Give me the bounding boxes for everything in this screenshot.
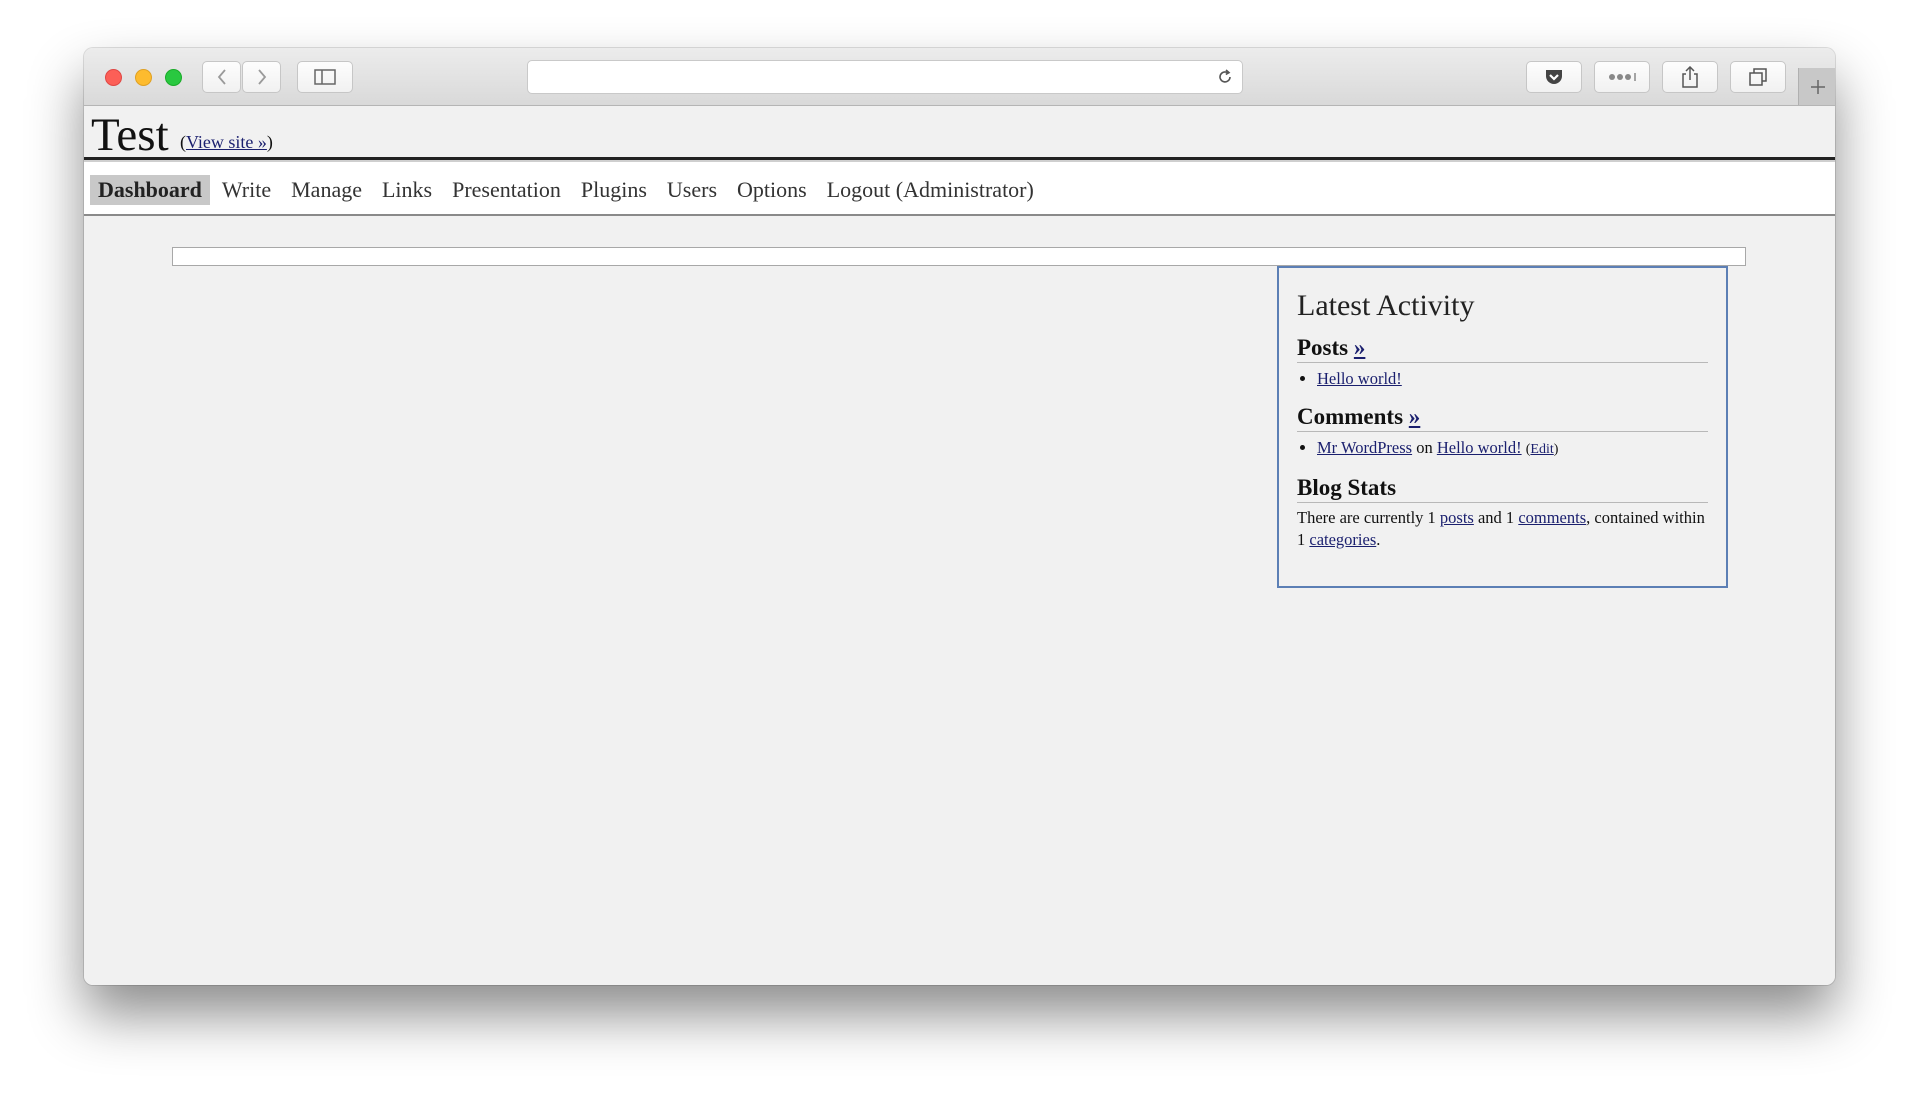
list-item: Hello world! xyxy=(1317,367,1708,391)
sidebar-button[interactable] xyxy=(297,61,353,93)
admin-menu-items: Dashboard Write Manage Links Presentatio… xyxy=(90,175,1046,205)
address-bar[interactable] xyxy=(527,60,1243,94)
menu-item-manage[interactable]: Manage xyxy=(283,175,370,205)
blog-stats-section: Blog Stats There are currently 1 posts a… xyxy=(1297,474,1708,551)
comment-edit-link[interactable]: Edit xyxy=(1530,442,1553,457)
view-site: (View site ») xyxy=(180,132,273,152)
forward-button[interactable] xyxy=(242,61,281,93)
stats-comments-link[interactable]: comments xyxy=(1518,508,1586,527)
posts-section: Posts » Hello world! xyxy=(1297,334,1708,391)
back-button[interactable] xyxy=(202,61,241,93)
back-icon xyxy=(217,69,226,85)
menu-item-dashboard[interactable]: Dashboard xyxy=(90,175,210,205)
menu-item-write[interactable]: Write xyxy=(214,175,279,205)
tabs-overview-button[interactable] xyxy=(1730,61,1786,93)
comments-more-link[interactable]: » xyxy=(1409,404,1421,429)
pocket-button[interactable] xyxy=(1526,61,1582,93)
latest-activity-title: Latest Activity xyxy=(1297,289,1475,322)
menu-item-plugins[interactable]: Plugins xyxy=(573,175,655,205)
sidebar-icon xyxy=(314,69,336,85)
comments-heading: Comments » xyxy=(1297,403,1708,432)
posts-list: Hello world! xyxy=(1297,367,1708,391)
posts-more-link[interactable]: » xyxy=(1354,335,1366,360)
blog-stats-text: There are currently 1 posts and 1 commen… xyxy=(1297,508,1705,549)
minimize-window-button[interactable] xyxy=(135,69,152,86)
page-content: Test (View site ») Dashboard Write Manag… xyxy=(84,106,1835,985)
extensions-icon xyxy=(1609,73,1636,81)
reload-icon xyxy=(1219,69,1231,83)
tabs-icon xyxy=(1749,68,1767,86)
browser-toolbar xyxy=(84,48,1835,106)
admin-menu: Dashboard Write Manage Links Presentatio… xyxy=(84,162,1835,216)
close-window-button[interactable] xyxy=(105,69,122,86)
extensions-button[interactable] xyxy=(1594,61,1650,93)
blog-stats-heading: Blog Stats xyxy=(1297,474,1708,503)
comments-list: Mr WordPress on Hello world! (Edit) xyxy=(1297,436,1708,462)
list-item: Mr WordPress on Hello world! (Edit) xyxy=(1317,436,1708,462)
post-link[interactable]: Hello world! xyxy=(1317,369,1402,388)
comment-author-link[interactable]: Mr WordPress xyxy=(1317,438,1412,457)
reload-button[interactable] xyxy=(1216,68,1234,91)
pocket-icon xyxy=(1546,70,1562,84)
site-header: Test (View site ») xyxy=(84,106,1835,161)
view-site-link[interactable]: View site » xyxy=(186,132,267,152)
comments-section: Comments » Mr WordPress on Hello world! … xyxy=(1297,403,1708,462)
new-tab-button[interactable] xyxy=(1798,68,1835,105)
new-tab-icon xyxy=(1810,79,1825,94)
latest-activity-panel: Latest Activity Posts » Hello world! Com… xyxy=(1277,266,1728,588)
menu-item-users[interactable]: Users xyxy=(659,175,725,205)
site-title: Test xyxy=(91,109,169,161)
dashboard-content-bar xyxy=(172,247,1746,266)
browser-window: Test (View site ») Dashboard Write Manag… xyxy=(84,48,1835,985)
comment-post-link[interactable]: Hello world! xyxy=(1437,438,1522,457)
maximize-window-button[interactable] xyxy=(165,69,182,86)
menu-item-options[interactable]: Options xyxy=(729,175,815,205)
share-button[interactable] xyxy=(1662,61,1718,93)
forward-icon xyxy=(257,69,266,85)
menu-item-logout[interactable]: Logout (Administrator) xyxy=(819,175,1042,205)
menu-item-presentation[interactable]: Presentation xyxy=(444,175,569,205)
stats-categories-link[interactable]: categories xyxy=(1309,530,1376,549)
share-icon xyxy=(1682,66,1698,88)
posts-heading: Posts » xyxy=(1297,334,1708,363)
menu-item-links[interactable]: Links xyxy=(374,175,440,205)
stats-posts-link[interactable]: posts xyxy=(1440,508,1474,527)
